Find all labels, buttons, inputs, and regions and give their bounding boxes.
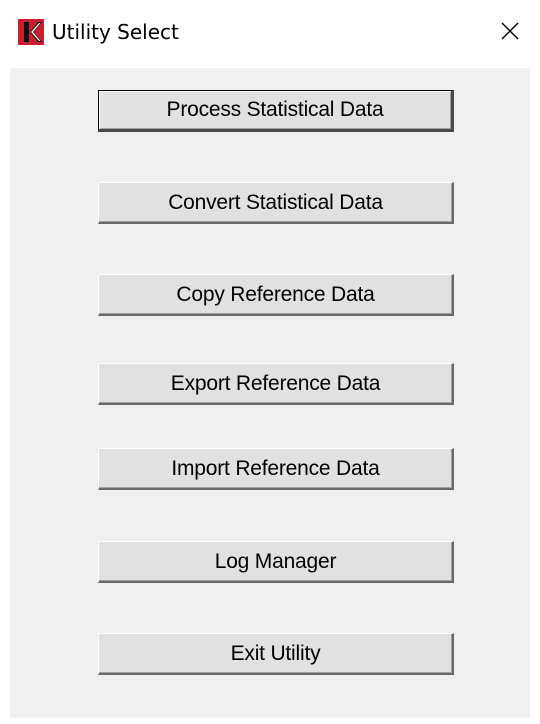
export-reference-data-button[interactable]: Export Reference Data	[98, 363, 454, 405]
exit-utility-button[interactable]: Exit Utility	[98, 633, 454, 675]
kodak-k-logo-icon	[18, 19, 44, 45]
close-button[interactable]	[490, 13, 530, 53]
process-statistical-data-button[interactable]: Process Statistical Data	[98, 90, 454, 132]
window-title: Utility Select	[52, 20, 179, 44]
title-bar[interactable]: Utility Select	[0, 0, 540, 68]
log-manager-button[interactable]: Log Manager	[98, 541, 454, 583]
utility-select-window: Utility Select Process Statistical Data …	[0, 0, 540, 724]
import-reference-data-button[interactable]: Import Reference Data	[98, 448, 454, 490]
close-icon	[500, 21, 520, 45]
dialog-client-area: Process Statistical Data Convert Statist…	[10, 68, 530, 718]
copy-reference-data-button[interactable]: Copy Reference Data	[98, 274, 454, 316]
convert-statistical-data-button[interactable]: Convert Statistical Data	[98, 182, 454, 224]
